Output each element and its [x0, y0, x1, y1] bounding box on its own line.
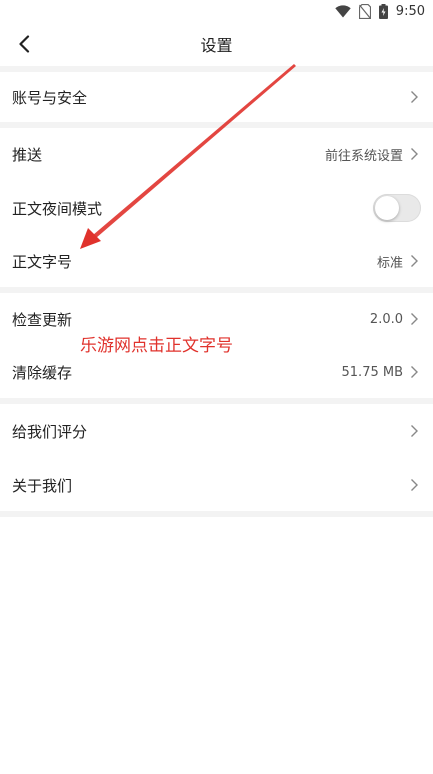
chevron-right-icon [411, 479, 418, 491]
row-value: 前往系统设置 [324, 148, 403, 164]
no-sim-icon [358, 3, 371, 19]
row-font-size[interactable]: 正文字号 标准 [0, 234, 433, 288]
row-value: 51.75 MB [341, 364, 403, 380]
row-label: 给我们评分 [12, 422, 88, 441]
chevron-right-icon [411, 366, 418, 378]
row-rate-us[interactable]: 给我们评分 [0, 404, 433, 458]
row-label: 正文夜间模式 [12, 199, 103, 218]
status-time: 9:50 [395, 3, 425, 19]
back-button[interactable] [8, 28, 40, 60]
header: 设置 [0, 22, 433, 66]
chevron-right-icon [411, 313, 418, 325]
row-account-security[interactable]: 账号与安全 [0, 70, 433, 124]
row-value: 标准 [376, 255, 403, 271]
group-divider [0, 511, 433, 517]
chevron-right-icon [411, 425, 418, 437]
chevron-right-icon [411, 255, 418, 267]
chevron-left-icon [19, 35, 30, 53]
row-label: 正文字号 [12, 252, 73, 271]
annotation-text: 乐游网点击正文字号 [80, 336, 233, 356]
night-mode-toggle[interactable] [373, 194, 421, 222]
row-label: 检查更新 [12, 310, 73, 329]
row-label: 关于我们 [12, 476, 73, 495]
row-label: 账号与安全 [12, 88, 88, 107]
toggle-knob [375, 196, 399, 220]
row-label: 推送 [12, 145, 43, 164]
row-about-us[interactable]: 关于我们 [0, 458, 433, 512]
wifi-icon [335, 4, 351, 17]
row-push[interactable]: 推送 前往系统设置 [0, 127, 433, 181]
page-title: 设置 [200, 36, 233, 55]
row-value: 2.0.0 [369, 311, 403, 327]
row-label: 清除缓存 [12, 363, 73, 382]
chevron-right-icon [411, 91, 418, 103]
status-bar: 9:50 [0, 0, 433, 22]
battery-icon [378, 3, 388, 19]
chevron-right-icon [411, 148, 418, 160]
row-night-mode: 正文夜间模式 [0, 181, 433, 235]
